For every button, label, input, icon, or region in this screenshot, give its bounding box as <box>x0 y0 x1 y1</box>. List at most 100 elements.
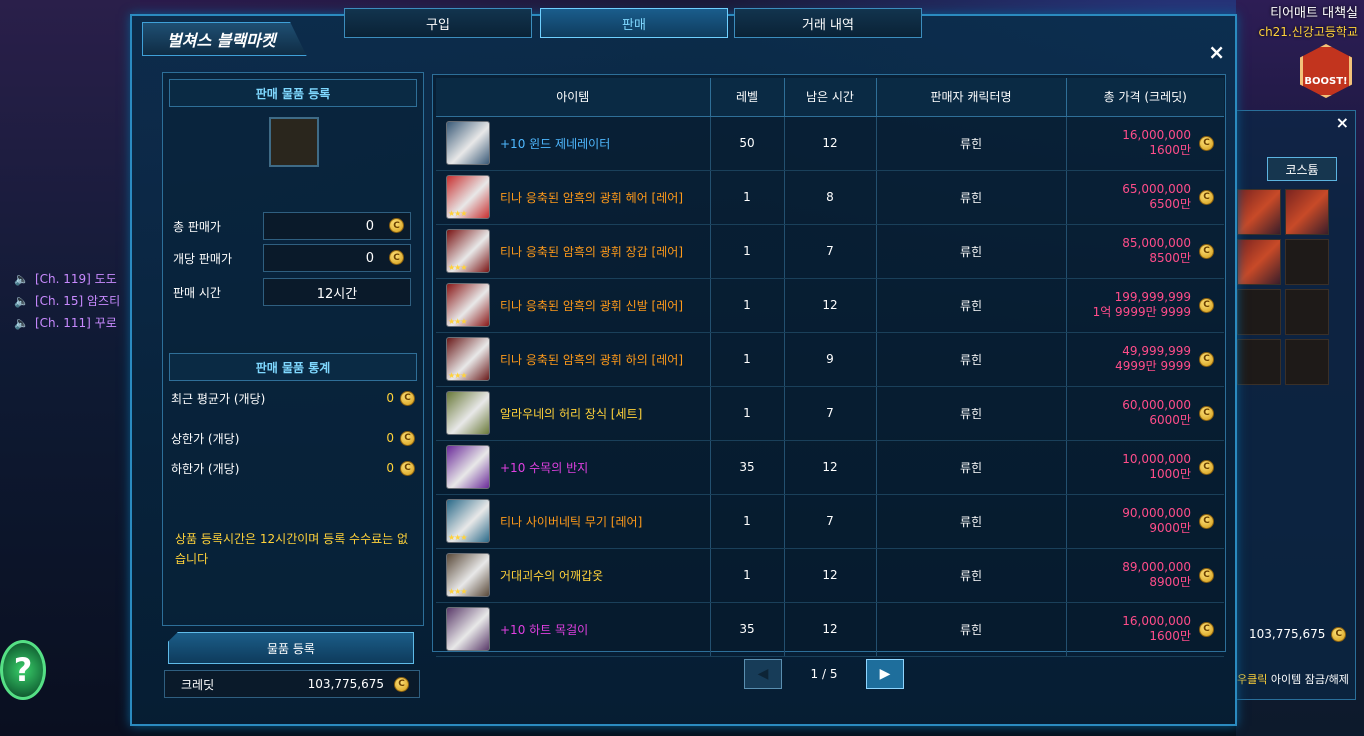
table-row[interactable]: ★★★ 티나 응축된 암흑의 광휘 장갑 [레어] 1 7 류힌 85,000,000 85… <box>436 224 1224 279</box>
table-row[interactable]: ★★★ 티나 사이버네틱 무기 [레어] 1 7 류힌 90,000,000 9000만 C <box>436 494 1224 549</box>
rarity-stars: ★★★ <box>448 587 467 596</box>
table-row[interactable]: +10 수목의 반지 35 12 류힌 10,000,000 1000만 C <box>436 440 1224 495</box>
item-name: 티나 응축된 암흑의 광휘 하의 [레어] <box>500 352 683 367</box>
stats-value: 0 <box>386 391 394 405</box>
item-cell: ★★★ 티나 응축된 암흑의 광휘 하의 [레어] <box>436 332 711 387</box>
table-row[interactable]: +10 하트 목걸이 35 12 류힌 16,000,000 1600만 C <box>436 602 1224 657</box>
stats-row: 최근 평균가 (개당) 0C <box>171 387 415 409</box>
coin-icon: C <box>1199 189 1214 205</box>
rarity-stars: ★★★ <box>448 533 467 542</box>
prev-page-button[interactable]: ◀ <box>744 659 782 689</box>
table-row[interactable]: ★★★ 티나 응축된 암흑의 광휘 신발 [레어] 1 12 류힌 199,999,999… <box>436 278 1224 333</box>
next-page-button[interactable]: ▶ <box>865 659 904 689</box>
time-cell: 12 <box>784 602 877 657</box>
close-icon[interactable]: × <box>1208 40 1225 64</box>
inventory-slot[interactable] <box>1285 339 1329 385</box>
item-icon[interactable]: ★★★ <box>446 553 490 597</box>
listing-table: 아이템 레벨 남은 시간 판매자 캐릭터명 총 가격 (크레딧) +10 윈드 … <box>436 78 1224 657</box>
item-cell: ★★★ 티나 응축된 암흑의 광휘 장갑 [레어] <box>436 224 711 279</box>
unit-price-input[interactable]: 0C <box>263 244 411 272</box>
item-icon[interactable]: ★★★ <box>446 229 490 273</box>
table-row[interactable]: 알라우네의 허리 장식 [세트] 1 7 류힌 60,000,000 6000만 C <box>436 386 1224 441</box>
price-value: 85,000,000 <box>1122 236 1191 250</box>
sale-time-value: 12시간 <box>316 286 358 302</box>
chat-text: [Ch. 15] 암즈티 <box>34 294 121 308</box>
level-cell: 1 <box>710 170 785 225</box>
inventory-slot[interactable] <box>1285 239 1329 285</box>
sale-time-row: 판매 시간 12시간 <box>173 277 413 307</box>
item-icon[interactable] <box>446 391 490 435</box>
item-icon[interactable] <box>446 121 490 165</box>
register-item-button[interactable]: 물품 등록 <box>168 632 414 664</box>
stats-value: 0 <box>386 461 394 475</box>
seller-cell: 류힌 <box>876 548 1067 603</box>
zone-info: 티어매트 대책실 ch21.신강고등학교 <box>1258 2 1358 40</box>
price-value: 199,999,999 <box>1114 290 1191 304</box>
inventory-slot[interactable] <box>1237 239 1281 285</box>
help-button[interactable]: ? <box>0 640 46 700</box>
listing-panel: 아이템 레벨 남은 시간 판매자 캐릭터명 총 가격 (크레딧) +10 윈드 … <box>432 74 1226 657</box>
col-time[interactable]: 남은 시간 <box>784 78 877 117</box>
table-row[interactable]: ★★★ 티나 응축된 암흑의 광휘 헤어 [레어] 1 8 류힌 65,000,000 65… <box>436 170 1224 225</box>
page-indicator: 1 / 5 <box>810 667 838 681</box>
price-korean: 6000만 <box>1149 413 1191 427</box>
table-row[interactable]: ★★★ 거대괴수의 어깨갑옷 1 12 류힌 89,000,000 8900만 C <box>436 548 1224 603</box>
inventory-slot[interactable] <box>1285 289 1329 335</box>
credit-bar: 크레딧 103,775,675 C <box>164 670 420 698</box>
item-name: +10 수목의 반지 <box>500 460 589 475</box>
seller-cell: 류힌 <box>876 602 1067 657</box>
inventory-hint: 우클릭 아이템 잠금/해제 <box>1237 671 1357 687</box>
table-row[interactable]: ★★★ 티나 응축된 암흑의 광휘 하의 [레어] 1 9 류힌 49,999,999 49… <box>436 332 1224 387</box>
inventory-close-icon[interactable]: × <box>1336 113 1349 132</box>
price-cell: 16,000,000 1600만 C <box>1066 602 1224 657</box>
rarity-stars: ★★★ <box>448 317 467 326</box>
table-row[interactable]: +10 윈드 제네레이터 50 12 류힌 16,000,000 1600만 C <box>436 116 1224 171</box>
item-icon[interactable]: ★★★ <box>446 499 490 543</box>
item-icon[interactable] <box>446 445 490 489</box>
col-level[interactable]: 레벨 <box>710 78 785 117</box>
tab-history[interactable]: 거래 내역 <box>734 8 922 38</box>
seller-cell: 류힌 <box>876 494 1067 549</box>
window-title: 벌쳐스 블랙마켓 <box>142 22 307 56</box>
col-price[interactable]: 총 가격 (크레딧) <box>1066 78 1224 117</box>
pagination: ◀ 1 / 5 ▶ <box>744 658 904 690</box>
inventory-slot[interactable] <box>1285 189 1329 235</box>
price-value: 16,000,000 <box>1122 128 1191 142</box>
price-cell: 90,000,000 9000만 C <box>1066 494 1224 549</box>
total-price-input[interactable]: 0C <box>263 212 411 240</box>
col-item[interactable]: 아이템 <box>436 78 711 117</box>
item-name: 티나 응축된 암흑의 광휘 신발 [레어] <box>500 298 683 313</box>
zone-name: 티어매트 대책실 <box>1270 6 1358 21</box>
inventory-credit: 103,775,675 C <box>1237 623 1357 645</box>
level-cell: 1 <box>710 494 785 549</box>
item-name: 알라우네의 허리 장식 [세트] <box>500 406 643 421</box>
chat-line: 🔈 [Ch. 15] 암즈티 <box>14 292 120 309</box>
inventory-slot[interactable] <box>1237 189 1281 235</box>
price-korean: 8500만 <box>1149 251 1191 265</box>
col-seller[interactable]: 판매자 캐릭터명 <box>876 78 1067 117</box>
total-price-row: 총 판매가 0C <box>173 211 413 241</box>
item-icon[interactable]: ★★★ <box>446 337 490 381</box>
item-slot[interactable] <box>269 117 319 167</box>
chat-text: [Ch. 111] 꾸로 <box>34 316 117 330</box>
black-market-window: 벌쳐스 블랙마켓 구입 판매 거래 내역 × 판매 물품 등록 총 판매가 0C… <box>130 8 1237 726</box>
sale-time-select[interactable]: 12시간 <box>263 278 411 306</box>
price-cell: 16,000,000 1600만 C <box>1066 116 1224 171</box>
time-cell: 9 <box>784 332 877 387</box>
rarity-stars: ★★★ <box>448 263 467 272</box>
tab-buy[interactable]: 구입 <box>344 8 532 38</box>
item-icon[interactable] <box>446 607 490 651</box>
coin-icon: C <box>1199 621 1214 637</box>
inventory-slot[interactable] <box>1237 339 1281 385</box>
item-icon[interactable]: ★★★ <box>446 283 490 327</box>
inventory-slot[interactable] <box>1237 289 1281 335</box>
level-cell: 1 <box>710 548 785 603</box>
tab-costume[interactable]: 코스튬 <box>1267 157 1337 181</box>
tab-sell[interactable]: 판매 <box>540 8 728 38</box>
price-cell: 199,999,999 1억 9999만 9999 C <box>1066 278 1224 333</box>
level-cell: 35 <box>710 440 785 495</box>
price-korean: 6500만 <box>1149 197 1191 211</box>
item-icon[interactable]: ★★★ <box>446 175 490 219</box>
item-cell: +10 윈드 제네레이터 <box>436 116 711 171</box>
price-cell: 60,000,000 6000만 C <box>1066 386 1224 441</box>
